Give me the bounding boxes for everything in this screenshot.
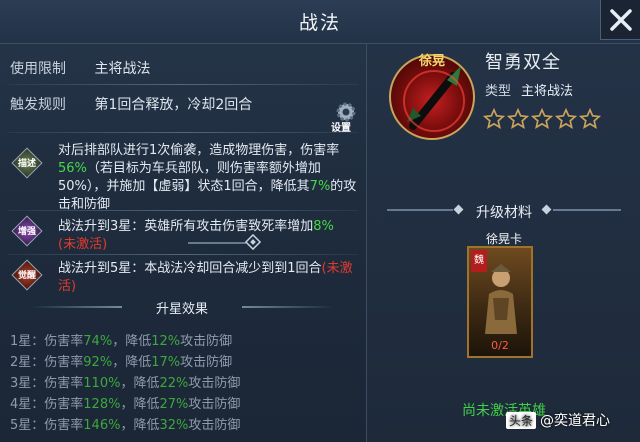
skill-type-value: 主将战法 — [521, 84, 574, 99]
card-count: 0/2 — [491, 339, 509, 352]
material-card[interactable]: 魏 0/2 — [467, 246, 533, 358]
awaken-badge: 觉醒 — [11, 259, 43, 291]
star-level-row: 5星：伤害率146%，降低32%攻击防御 — [10, 414, 240, 433]
star-empty-icon — [482, 107, 506, 129]
star-level-row: 3星：伤害率110%，降低22%攻击防御 — [10, 372, 240, 391]
trigger-rule-value: 第1回合释放，冷却2回合 — [94, 97, 253, 113]
usage-limit-row: 使用限制 主将战法 — [10, 58, 150, 78]
enhance-inactive-tag: (未激活) — [58, 237, 108, 252]
star-level-text: ，降低 — [112, 355, 152, 370]
star-rating — [482, 107, 603, 134]
star-level-text: ，降低 — [120, 397, 160, 412]
desc-text-1: 对后排部队进行1次偷袭，造成物理伤害，伤害率 — [58, 143, 340, 158]
star-level-reduction: 17% — [151, 355, 181, 370]
star-empty-icon — [578, 107, 602, 129]
close-button[interactable] — [600, 0, 640, 40]
star-title-ornament-right — [242, 306, 334, 308]
skill-summary-panel: 徐晃 智勇双全 类型 主将战法 升级材料 徐晃卡 魏 0/2 尚未激活英雄 — [366, 44, 640, 442]
star-level-text: ，降低 — [112, 334, 152, 349]
trigger-rule-label: 触发规则 — [10, 97, 66, 113]
star-level-reduction: 27% — [159, 397, 189, 412]
star-level-damage: 146% — [83, 418, 121, 433]
enhance-description: 战法升到3星：英雄所有攻击伤害致死率增加8% (未激活) — [58, 218, 358, 254]
section-ornament-right — [541, 204, 621, 215]
star-level-tail: 攻击防御 — [188, 418, 241, 433]
star-level-damage: 110% — [83, 376, 121, 391]
divider — [8, 210, 358, 211]
star-level-damage: 74% — [83, 334, 113, 349]
usage-limit-value: 主将战法 — [94, 61, 151, 77]
general-figure-icon — [485, 264, 517, 334]
star-level-label: 4星：伤害率 — [10, 397, 84, 412]
desc-damage-value: 56% — [58, 161, 87, 176]
watermark-author: @奕道君心 — [540, 413, 611, 429]
star-level-tail: 攻击防御 — [180, 334, 233, 349]
star-level-row: 2星：伤害率92%，降低17%攻击防御 — [10, 351, 232, 370]
skill-type-row: 类型 主将战法 — [485, 80, 573, 99]
star-empty-icon — [506, 107, 530, 129]
star-level-reduction: 32% — [159, 418, 189, 433]
star-level-label: 5星：伤害率 — [10, 418, 84, 433]
material-card-name: 徐晃卡 — [485, 232, 522, 246]
star-level-tail: 攻击防御 — [188, 376, 241, 391]
watermark-source: 头条 — [506, 412, 537, 429]
star-empty-icon — [530, 107, 554, 129]
divider — [8, 84, 358, 85]
star-level-label: 2星：伤害率 — [10, 355, 84, 370]
star-level-reduction: 22% — [159, 376, 189, 391]
skill-info-panel: 使用限制 主将战法 触发规则 第1回合释放，冷却2回合 设置 描述 对后排部队进… — [0, 44, 364, 442]
usage-limit-label: 使用限制 — [10, 61, 66, 77]
description-badge-label: 描述 — [17, 159, 36, 169]
enhance-value: 8% — [313, 219, 334, 234]
watermark: 头条 @奕道君心 — [506, 410, 610, 430]
awaken-text: 战法升到5星：本战法冷却回合减少到到1回合 — [58, 261, 322, 276]
hero-name: 徐晃 — [418, 54, 445, 69]
star-level-label: 3星：伤害率 — [10, 376, 84, 391]
star-level-reduction: 12% — [151, 334, 181, 349]
star-level-tail: 攻击防御 — [180, 355, 233, 370]
star-level-text: ，降低 — [120, 376, 160, 391]
star-empty-icon — [554, 107, 578, 129]
star-level-text: ，降低 — [120, 418, 160, 433]
enhance-badge: 增强 — [11, 215, 43, 247]
divider — [8, 132, 358, 133]
skill-type-label: 类型 — [485, 84, 512, 99]
star-level-label: 1星：伤害率 — [10, 334, 84, 349]
close-icon — [610, 9, 632, 31]
star-level-row: 4星：伤害率128%，降低27%攻击防御 — [10, 393, 240, 412]
enhance-text: 战法升到3星：英雄所有攻击伤害致死率增加 — [58, 219, 314, 234]
desc-reduction-value: 7% — [309, 179, 331, 194]
skill-name: 智勇双全 — [485, 52, 561, 73]
awaken-description: 战法升到5星：本战法冷却回合减少到到1回合(未激活) — [58, 260, 358, 296]
star-level-tail: 攻击防御 — [188, 397, 241, 412]
description-badge: 描述 — [11, 147, 43, 179]
enhance-badge-label: 增强 — [17, 227, 36, 237]
window-title: 战法 — [298, 12, 341, 34]
skill-description: 对后排部队进行1次偷袭，造成物理伤害，伤害率 56%（若目标为车兵部队，则伤害率额… — [58, 142, 358, 214]
awaken-badge-label: 觉醒 — [17, 271, 36, 281]
trigger-rule-row: 触发规则 第1回合释放，冷却2回合 — [10, 94, 252, 114]
star-level-row: 1星：伤害率74%，降低12%攻击防御 — [10, 330, 232, 349]
desc-text-2: （若目标为车兵部队，则伤害率额外增加50%），并施加【虚弱】状态1回合，降低其 — [58, 161, 321, 194]
divider — [8, 254, 358, 255]
faction-tag: 魏 — [471, 250, 487, 272]
skill-detail-window: 战法 使用限制 主将战法 触发规则 第1回合释放，冷却2回合 设置 描述 对后排… — [0, 0, 640, 442]
star-level-damage: 92% — [83, 355, 113, 370]
header-bar: 战法 — [0, 0, 640, 442]
star-level-damage: 128% — [83, 397, 121, 412]
